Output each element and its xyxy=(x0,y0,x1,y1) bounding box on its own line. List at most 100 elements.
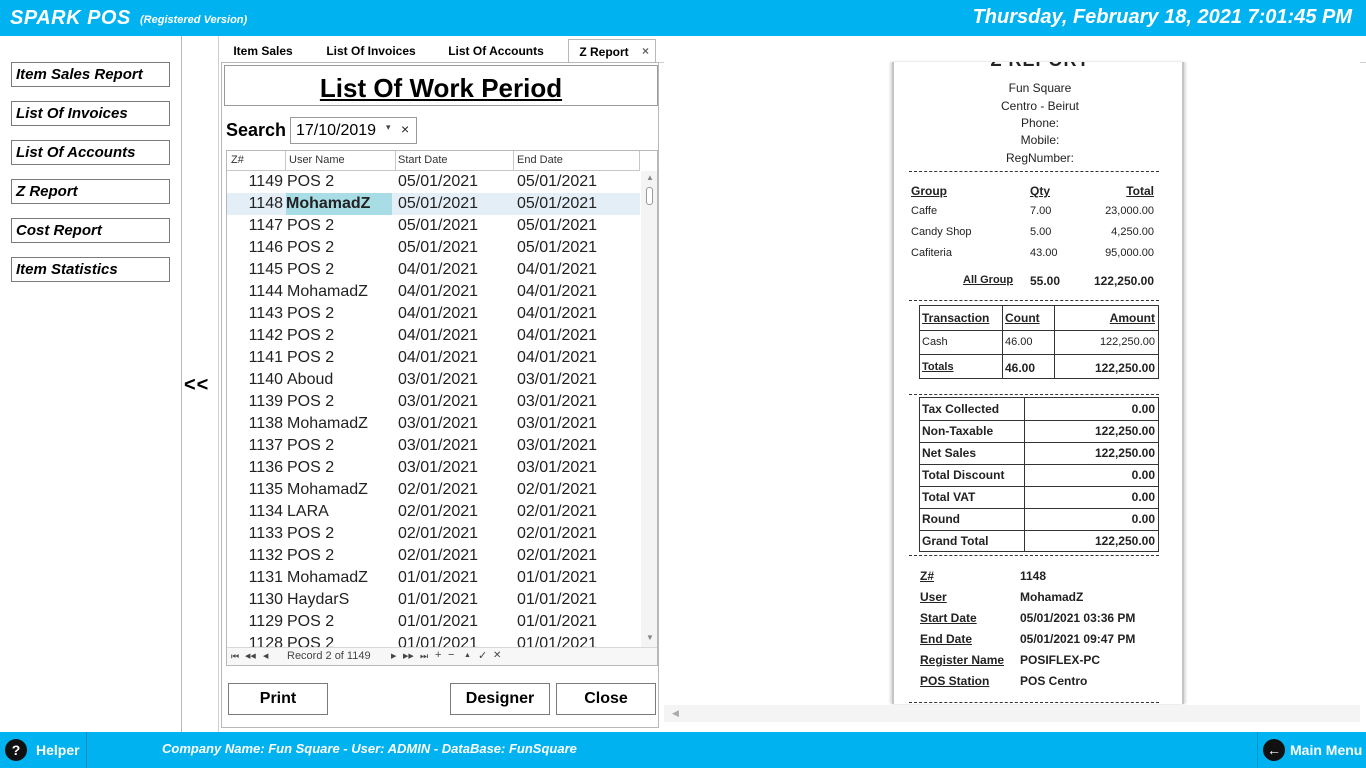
table-row[interactable]: 1128 POS 2 01/01/2021 01/01/2021 xyxy=(227,633,640,647)
prev-page-icon[interactable]: ◀◀ xyxy=(245,652,256,660)
table-row[interactable]: 1129 POS 2 01/01/2021 01/01/2021 xyxy=(227,611,640,633)
sidebar-item-cost-report[interactable]: Cost Report xyxy=(11,218,170,243)
next-record-icon[interactable]: ▶ xyxy=(391,652,396,660)
table-row[interactable]: 1134 LARA 02/01/2021 02/01/2021 xyxy=(227,501,640,523)
scroll-thumb[interactable] xyxy=(646,187,653,205)
summary-label: Grand Total xyxy=(922,534,989,548)
tab-list-of-invoices[interactable]: List Of Invoices xyxy=(318,39,424,63)
cell-z: 1139 xyxy=(248,393,283,410)
table-row[interactable]: 1137 POS 2 03/01/2021 03/01/2021 xyxy=(227,435,640,457)
table-row[interactable]: 1139 POS 2 03/01/2021 03/01/2021 xyxy=(227,391,640,413)
table-row[interactable]: 1131 MohamadZ 01/01/2021 01/01/2021 xyxy=(227,567,640,589)
chevron-down-icon[interactable]: ▾ xyxy=(386,122,391,133)
info-label: Register Name xyxy=(920,653,1005,667)
designer-button[interactable]: Designer xyxy=(450,683,550,715)
column-separator xyxy=(285,151,286,171)
cell-end-date: 05/01/2021 xyxy=(517,173,598,190)
cell-end-date: 01/01/2021 xyxy=(517,591,598,608)
page-title: List Of Work Period xyxy=(319,73,563,103)
summary-value: 0.00 xyxy=(1131,490,1155,504)
table-row[interactable]: 1147 POS 2 05/01/2021 05/01/2021 xyxy=(227,215,640,237)
cell-end-date: 05/01/2021 xyxy=(517,217,598,234)
print-button[interactable]: Print xyxy=(228,683,328,715)
app-title: SPARK POS xyxy=(10,7,131,29)
tab-z-report[interactable]: Z Report × xyxy=(568,39,656,63)
table-row[interactable]: 1145 POS 2 04/01/2021 04/01/2021 xyxy=(227,259,640,281)
summary-label: Total VAT xyxy=(922,490,976,504)
table-row[interactable]: 1130 HaydarS 01/01/2021 01/01/2021 xyxy=(227,589,640,611)
cell-z: 1131 xyxy=(248,569,283,586)
table-row[interactable]: 1140 Aboud 03/01/2021 03/01/2021 xyxy=(227,369,640,391)
group-qty: 43.00 xyxy=(1030,247,1058,259)
column-header-start-date[interactable]: Start Date xyxy=(398,154,448,166)
report-reg-number: RegNumber: xyxy=(1005,151,1075,165)
cell-user: POS 2 xyxy=(287,305,335,322)
table-row[interactable]: 1135 MohamadZ 02/01/2021 02/01/2021 xyxy=(227,479,640,501)
add-record-icon[interactable]: + xyxy=(435,649,441,661)
cell-z: 1143 xyxy=(248,305,283,322)
scroll-up-icon[interactable]: ▲ xyxy=(646,173,654,182)
column-header-user-name[interactable]: User Name xyxy=(289,154,345,166)
tab-item-sales[interactable]: Item Sales xyxy=(222,39,304,63)
table-row[interactable]: 1144 MohamadZ 04/01/2021 04/01/2021 xyxy=(227,281,640,303)
column-header-z[interactable]: Z# xyxy=(231,154,244,166)
table-row[interactable]: 1143 POS 2 04/01/2021 04/01/2021 xyxy=(227,303,640,325)
table-row[interactable]: 1148 MohamadZ 05/01/2021 05/01/2021 xyxy=(227,193,640,215)
table-row[interactable]: 1141 POS 2 04/01/2021 04/01/2021 xyxy=(227,347,640,369)
table-row[interactable]: 1136 POS 2 03/01/2021 03/01/2021 xyxy=(227,457,640,479)
table-row[interactable]: 1142 POS 2 04/01/2021 04/01/2021 xyxy=(227,325,640,347)
report-company: Fun Square xyxy=(1008,81,1072,95)
clear-icon[interactable]: × xyxy=(401,121,409,137)
close-icon[interactable]: × xyxy=(642,44,649,58)
table-line xyxy=(920,486,1158,487)
main-menu-button[interactable]: ← Main Menu xyxy=(1257,732,1366,768)
cancel-record-icon[interactable]: ✕ xyxy=(493,650,501,661)
cell-start-date: 02/01/2021 xyxy=(398,481,479,498)
table-row[interactable]: 1138 MohamadZ 03/01/2021 03/01/2021 xyxy=(227,413,640,435)
vertical-scrollbar[interactable]: ▲ ▼ xyxy=(641,171,657,647)
scroll-left-icon[interactable]: ◀ xyxy=(672,708,679,719)
first-record-icon[interactable]: ⏮ xyxy=(231,651,239,662)
cell-z: 1138 xyxy=(248,415,283,432)
cell-z: 1134 xyxy=(248,503,283,520)
cell-user: MohamadZ xyxy=(287,569,368,586)
last-record-icon[interactable]: ⏭ xyxy=(420,651,428,662)
delete-record-icon[interactable]: − xyxy=(448,649,454,661)
cell-user: LARA xyxy=(287,503,329,520)
column-separator xyxy=(395,151,396,171)
edit-record-icon[interactable]: ▲ xyxy=(464,652,471,659)
cell-start-date: 05/01/2021 xyxy=(398,173,479,190)
next-page-icon[interactable]: ▶▶ xyxy=(403,652,414,660)
sidebar-item-z-report[interactable]: Z Report xyxy=(11,179,170,204)
cell-start-date: 01/01/2021 xyxy=(398,635,479,647)
summary-label: Total Discount xyxy=(922,468,1005,482)
app-subtitle: (Registered Version) xyxy=(140,14,248,26)
sidebar-item-item-statistics[interactable]: Item Statistics xyxy=(11,257,170,282)
scroll-down-icon[interactable]: ▼ xyxy=(646,633,654,642)
collapse-sidebar-button[interactable]: << xyxy=(184,374,209,397)
cell-user: POS 2 xyxy=(287,239,335,256)
close-button[interactable]: Close xyxy=(556,683,656,715)
cell-user: Aboud xyxy=(287,371,334,388)
table-row[interactable]: 1149 POS 2 05/01/2021 05/01/2021 xyxy=(227,171,640,193)
search-date-input[interactable]: 17/10/2019 ▾ × xyxy=(290,117,417,144)
save-record-icon[interactable]: ✓ xyxy=(478,649,487,662)
table-row[interactable]: 1146 POS 2 05/01/2021 05/01/2021 xyxy=(227,237,640,259)
table-row[interactable]: 1132 POS 2 02/01/2021 02/01/2021 xyxy=(227,545,640,567)
prev-record-icon[interactable]: ◀ xyxy=(263,652,268,660)
summary-value: 122,250.00 xyxy=(1094,446,1155,460)
report-preview[interactable]: Z REPORT Fun Square Centro - Beirut Phon… xyxy=(664,62,1360,724)
table-line xyxy=(920,330,1158,331)
horizontal-scrollbar[interactable]: ◀ xyxy=(664,705,1360,722)
tab-list-of-accounts[interactable]: List Of Accounts xyxy=(440,39,552,63)
cell-z: 1135 xyxy=(248,481,283,498)
sidebar-item-list-of-invoices[interactable]: List Of Invoices xyxy=(11,101,170,126)
sidebar-item-item-sales-report[interactable]: Item Sales Report xyxy=(11,62,170,87)
sidebar-item-list-of-accounts[interactable]: List Of Accounts xyxy=(11,140,170,165)
helper-button[interactable]: ? Helper xyxy=(0,732,87,768)
column-header-end-date[interactable]: End Date xyxy=(517,154,563,166)
qty-header: Qty xyxy=(1030,184,1051,198)
cell-start-date: 03/01/2021 xyxy=(398,393,479,410)
work-period-grid: Z# User Name Start Date End Date 1149 POS… xyxy=(226,150,658,666)
table-row[interactable]: 1133 POS 2 02/01/2021 02/01/2021 xyxy=(227,523,640,545)
